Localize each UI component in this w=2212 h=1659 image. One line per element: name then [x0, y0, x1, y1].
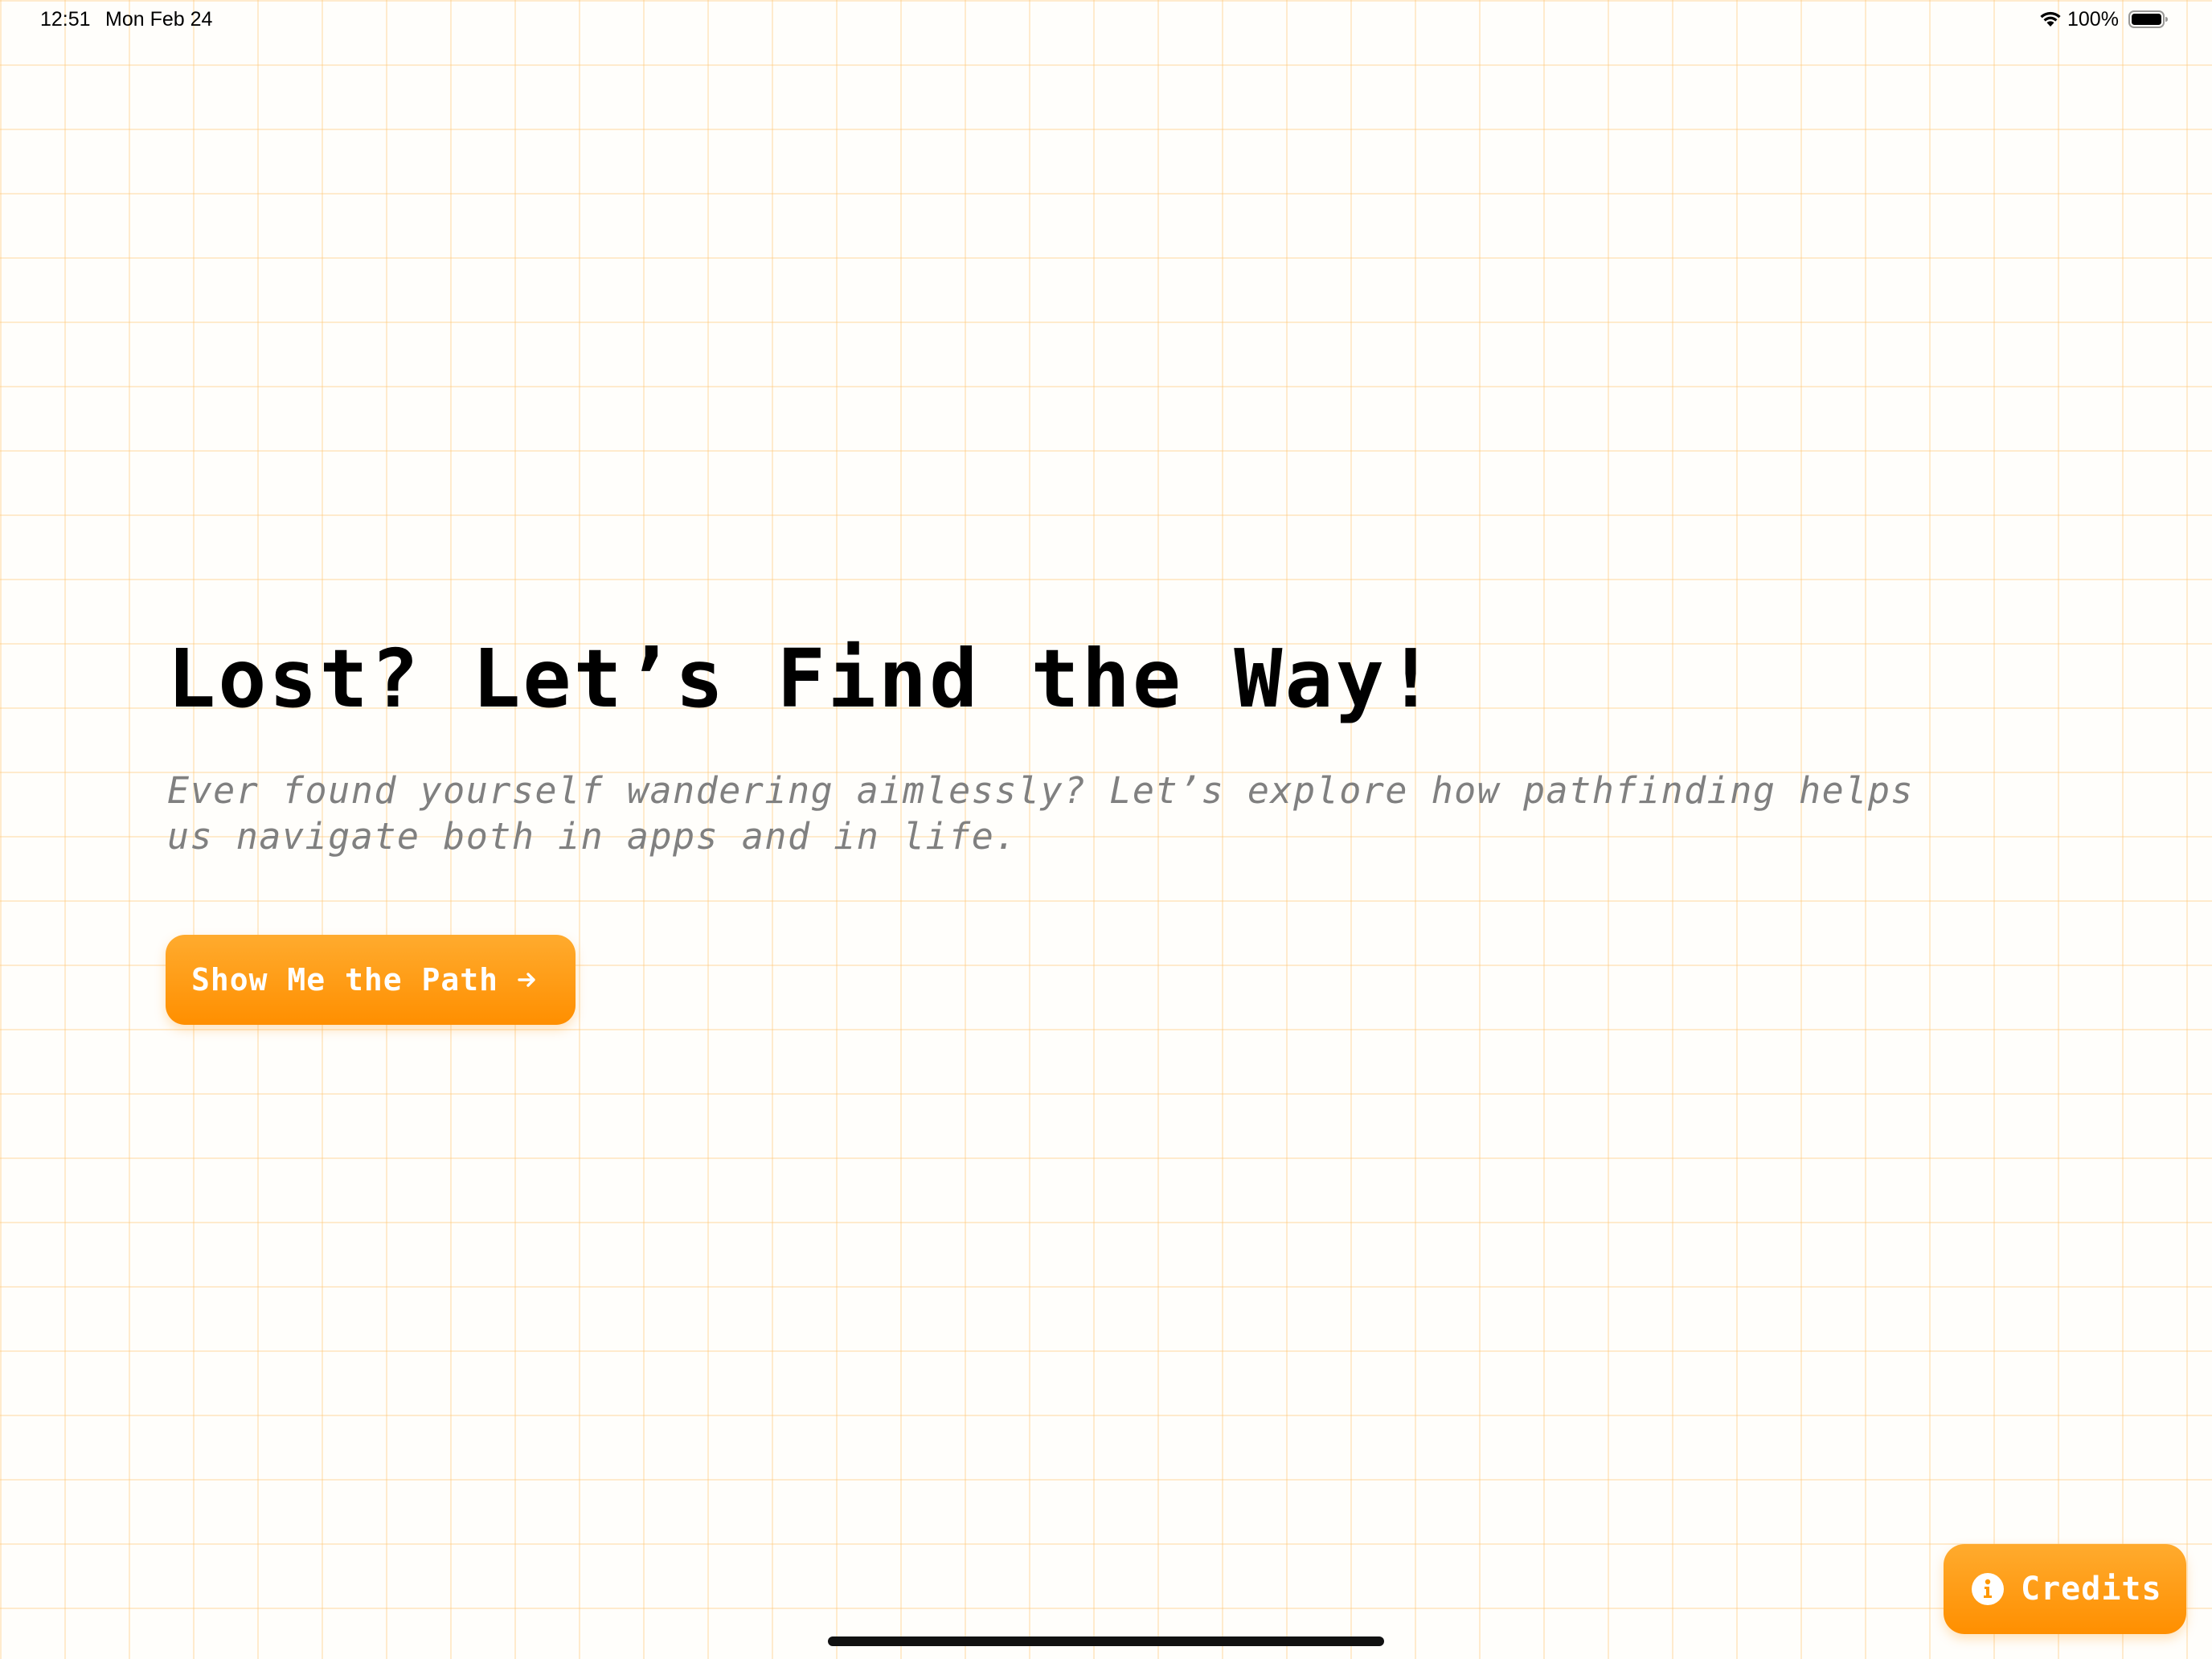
show-me-the-path-label: Show Me the Path	[191, 962, 499, 997]
home-indicator[interactable]	[828, 1636, 1384, 1646]
show-me-the-path-button[interactable]: Show Me the Path	[166, 935, 576, 1025]
credits-label: Credits	[2021, 1571, 2162, 1608]
wifi-icon	[2040, 11, 2061, 27]
arrow-right-icon	[518, 973, 535, 987]
battery-icon	[2128, 10, 2168, 28]
battery-percent: 100%	[2067, 8, 2119, 31]
status-bar: 12:51 Mon Feb 24 100%	[0, 0, 2212, 39]
status-date: Mon Feb 24	[105, 8, 213, 31]
page-title: Lost? Let’s Find the Way!	[167, 632, 1438, 726]
credits-button[interactable]: Credits	[1944, 1544, 2186, 1634]
status-time: 12:51	[40, 8, 91, 31]
page-subtitle: Ever found yourself wandering aimlessly?…	[167, 769, 1915, 858]
info-icon	[1972, 1573, 2004, 1605]
